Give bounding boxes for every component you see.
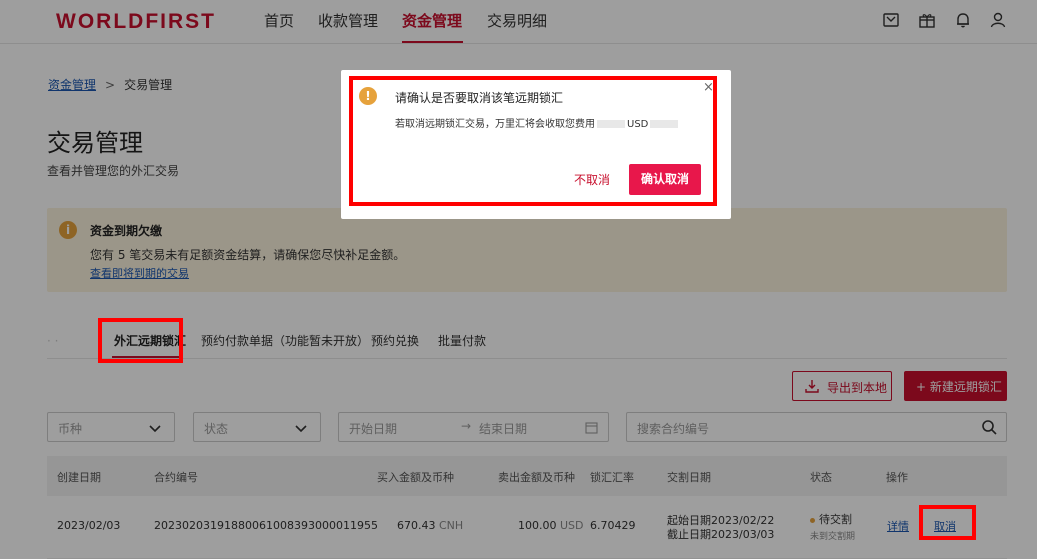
highlight-tab <box>98 318 183 363</box>
cancel-confirm-dialog: ! 请确认是否要取消该笔远期锁汇 × 若取消远期锁汇交易，万里汇将会收取您费用 U… <box>341 70 731 219</box>
highlight-dialog <box>349 76 717 206</box>
highlight-cancel <box>919 505 976 540</box>
